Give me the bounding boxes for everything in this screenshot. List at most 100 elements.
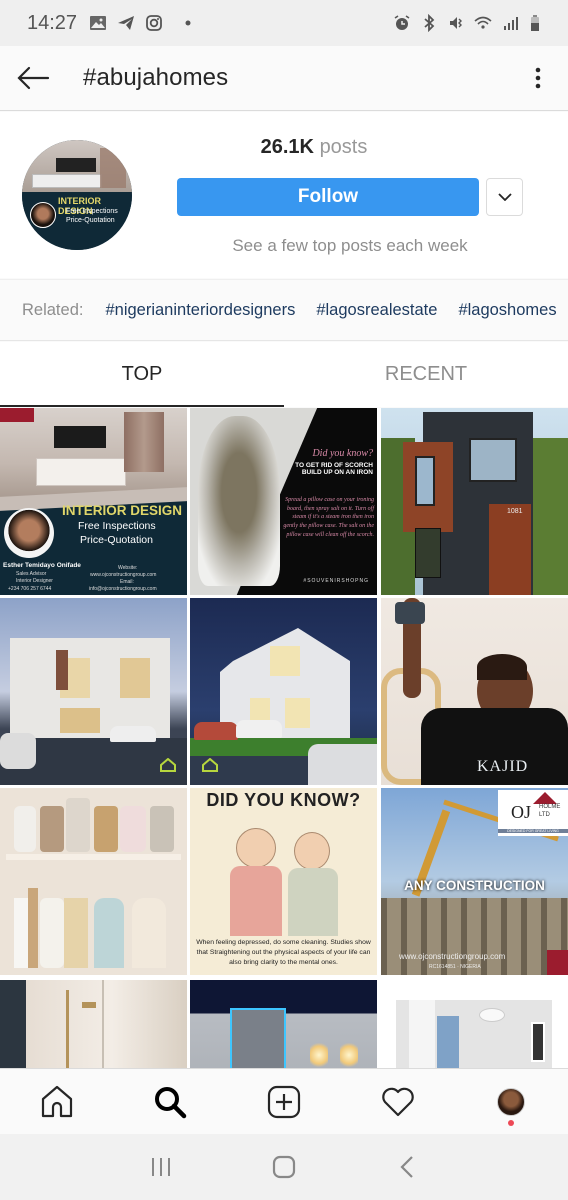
follow-options-button[interactable] <box>486 178 523 216</box>
avatar-line1: Free Inspections <box>66 208 118 215</box>
tile-role1: Sales Advisor <box>16 571 47 577</box>
arrow-left-icon <box>17 66 50 90</box>
tile-heading: ANY CONSTRUCTION <box>404 878 545 893</box>
tile-line2: Price-Quotation <box>80 534 153 546</box>
post-tile[interactable] <box>190 980 377 1068</box>
follow-subtext: See a few top posts each week <box>232 236 468 255</box>
post-tile[interactable] <box>0 598 187 785</box>
status-time: 14:27 <box>27 11 78 34</box>
alarm-icon <box>394 15 410 30</box>
search-icon <box>155 1086 187 1118</box>
post-tile[interactable]: Did you know? TO GET RID OF SCORCH BUILD… <box>190 408 377 595</box>
related-tag[interactable]: #nigerianinteriordesigners <box>105 301 295 320</box>
post-tile[interactable] <box>0 788 187 975</box>
related-hashtags: Related: #nigerianinteriordesigners #lag… <box>0 279 568 341</box>
gallery-icon <box>90 16 107 30</box>
recent-apps-button[interactable] <box>141 1147 181 1187</box>
tab-recent[interactable]: RECENT <box>284 342 568 407</box>
back-button[interactable] <box>0 46 66 111</box>
back-button-system[interactable] <box>387 1147 427 1187</box>
posts-count: 26.1K posts <box>176 136 452 159</box>
tile-website: www.ojconstructiongroup.com <box>399 952 506 961</box>
instagram-icon <box>146 15 162 31</box>
tile-email-label: Email: <box>120 579 134 585</box>
profile-avatar <box>497 1087 526 1116</box>
vibrate-icon <box>450 17 462 29</box>
status-right-icons <box>393 14 546 32</box>
home-button-icon <box>272 1155 296 1179</box>
tile-name: Esther Temidayo Onifade <box>3 562 81 569</box>
tile-website-label: Website: <box>118 565 138 571</box>
post-tile[interactable]: OJ HOLME LTD DESIGNED FOR GREAT LIVING A… <box>381 788 568 975</box>
nav-search[interactable] <box>114 1069 228 1134</box>
nav-profile[interactable] <box>454 1069 568 1134</box>
signal-icon <box>504 17 518 30</box>
posts-count-value: 26.1K <box>260 136 314 158</box>
tile-role2: Interior Designer <box>16 578 53 584</box>
posts-count-label: posts <box>319 136 368 158</box>
hashtag-profile: INTERIOR DESIGN Free Inspections Price-Q… <box>0 112 568 278</box>
chevron-down-icon <box>497 193 512 201</box>
post-tile[interactable] <box>0 980 187 1068</box>
feed-tabs: TOP RECENT <box>0 342 568 407</box>
follow-button[interactable]: Follow <box>177 178 479 216</box>
screen: 14:27 #abujahomes INTERIOR DESIGN Free I… <box>0 0 568 1200</box>
more-vertical-icon <box>535 67 541 89</box>
nav-add-post[interactable] <box>227 1069 341 1134</box>
system-navigation <box>0 1134 568 1200</box>
related-label: Related: <box>22 300 84 319</box>
post-tile[interactable] <box>381 980 568 1068</box>
tagline: DESIGNED FOR GREAT LIVING <box>498 829 568 833</box>
logo-main: OJ <box>511 802 532 822</box>
more-options-button[interactable] <box>508 46 568 111</box>
related-tag[interactable]: #lagoshomes <box>458 301 556 320</box>
tile-body: When feeling depressed, do some cleaning… <box>196 939 371 966</box>
post-tile[interactable]: KAJID <box>381 598 568 785</box>
wifi-icon <box>474 16 492 29</box>
post-tile[interactable] <box>190 598 377 785</box>
notification-dot <box>508 1120 515 1126</box>
tile-body: Spread a pillow case on your ironing boa… <box>283 497 374 538</box>
back-chevron-icon <box>400 1156 413 1178</box>
logo-icon <box>202 758 218 772</box>
post-tile[interactable]: INTERIOR DESIGN Free Inspections Price-Q… <box>0 408 187 595</box>
tile-heading: INTERIOR DESIGN <box>62 503 183 518</box>
status-left-icons <box>89 14 197 32</box>
heart-icon <box>381 1087 414 1116</box>
tile-phone: +234 706 257 6744 <box>8 586 52 592</box>
add-post-icon <box>267 1085 301 1118</box>
tile-line1: Free Inspections <box>78 520 156 532</box>
nav-activity[interactable] <box>341 1069 455 1134</box>
battery-icon <box>531 15 539 31</box>
page-title: #abujahomes <box>83 64 229 91</box>
dot-icon <box>185 20 191 26</box>
tile-heading: Did you know? <box>312 448 373 459</box>
tile-footer: RC1614851 · NIGERIA <box>429 964 481 970</box>
logo-icon <box>160 758 176 772</box>
house-number: 1081 <box>507 508 523 515</box>
logo-side1: HOLME <box>539 804 561 810</box>
status-bar: 14:27 <box>0 0 568 46</box>
bluetooth-icon <box>424 14 435 32</box>
shirt-text: KAJID <box>477 758 529 775</box>
post-tile[interactable]: 1081 <box>381 408 568 595</box>
posts-grid: INTERIOR DESIGN Free Inspections Price-Q… <box>0 408 568 1068</box>
tile-email: info@ojconstructiongroup.com <box>89 586 157 592</box>
home-icon <box>41 1085 72 1117</box>
avatar-line2: Price-Quotation <box>66 217 115 224</box>
tile-website: www.ojconstructiongroup.com <box>90 572 157 578</box>
app-header: #abujahomes <box>0 46 568 111</box>
tile-subheading: TO GET RID OF SCORCH BUILD UP ON AN IRON <box>295 462 373 477</box>
tile-hashtag: #SOUVENIRSHOPNG <box>303 578 369 584</box>
post-tile[interactable]: DID YOU KNOW? When feeling depressed, do… <box>190 788 377 975</box>
nav-home[interactable] <box>0 1069 114 1134</box>
recent-apps-icon <box>152 1158 171 1176</box>
hashtag-avatar: INTERIOR DESIGN Free Inspections Price-Q… <box>22 140 132 250</box>
bottom-navigation <box>0 1068 568 1134</box>
logo-side2: LTD <box>539 812 550 818</box>
tile-heading: DID YOU KNOW? <box>206 790 361 810</box>
telegram-icon <box>118 16 135 30</box>
tab-top[interactable]: TOP <box>0 342 284 407</box>
related-tag[interactable]: #lagosrealestate <box>316 301 437 320</box>
home-button[interactable] <box>264 1147 304 1187</box>
